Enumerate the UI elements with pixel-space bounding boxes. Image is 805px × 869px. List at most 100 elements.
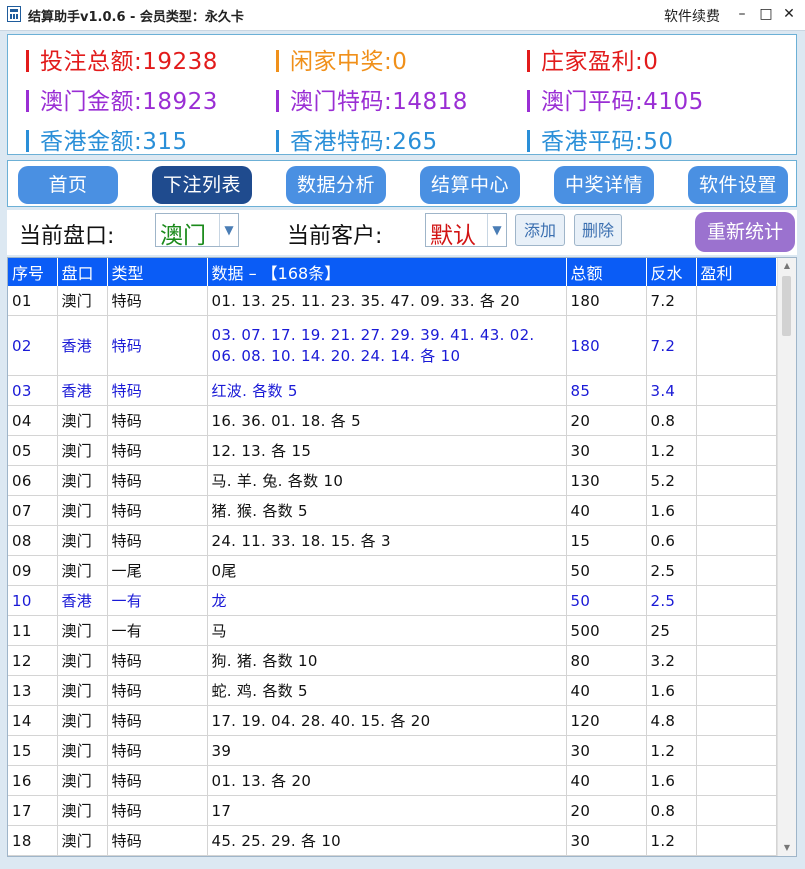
table-row[interactable]: 14 澳门 特码 17. 19. 04. 28. 40. 15. 各 20 120 4.8: [8, 705, 777, 736]
table-row[interactable]: 09 澳门 一尾 0尾 50 2.5: [8, 555, 777, 586]
cell-no: 12: [8, 645, 58, 676]
table-row[interactable]: 06 澳门 特码 马. 羊. 兔. 各数 10 130 5.2: [8, 465, 777, 496]
cell-type: 特码: [107, 735, 208, 766]
cell-data: 12. 13. 各 15: [207, 435, 567, 466]
cell-profit: [696, 615, 777, 646]
cell-profit: [696, 315, 777, 376]
cell-no: 16: [8, 765, 58, 796]
table-row[interactable]: 16 澳门 特码 01. 13. 各 20 40 1.6: [8, 765, 777, 796]
nav-settlement[interactable]: 结算中心: [420, 166, 520, 204]
cell-total: 20: [566, 405, 647, 436]
column-header[interactable]: 数据 – 【168条】: [207, 258, 567, 286]
column-header[interactable]: 类型: [107, 258, 208, 286]
cell-total: 50: [566, 585, 647, 616]
vertical-scrollbar[interactable]: ▲ ▼: [777, 258, 796, 856]
cell-type: 特码: [107, 435, 208, 466]
column-header[interactable]: 总额: [566, 258, 647, 286]
cell-no: 03: [8, 375, 58, 406]
nav-data-analysis[interactable]: 数据分析: [286, 166, 386, 204]
title-bar: 结算助手v1.0.6 - 会员类型：永久卡 软件续费 – □ ✕: [0, 0, 805, 31]
delete-customer-button[interactable]: 删除: [574, 214, 622, 246]
scroll-up-icon[interactable]: ▲: [778, 259, 796, 273]
cell-market: 澳门: [57, 405, 108, 436]
cell-profit: [696, 675, 777, 706]
add-customer-button[interactable]: 添加: [515, 214, 565, 246]
table-row[interactable]: 03 香港 特码 红波. 各数 5 85 3.4: [8, 375, 777, 406]
cell-market: 澳门: [57, 465, 108, 496]
table-row[interactable]: 12 澳门 特码 狗. 猪. 各数 10 80 3.2: [8, 645, 777, 676]
cell-data: 03. 07. 17. 19. 21. 27. 29. 39. 41. 43. …: [207, 315, 567, 376]
recount-button[interactable]: 重新统计: [695, 212, 795, 252]
table-row[interactable]: 17 澳门 特码 17 20 0.8: [8, 795, 777, 826]
cell-total: 50: [566, 555, 647, 586]
market-value: 澳门: [160, 223, 206, 249]
cell-market: 澳门: [57, 705, 108, 736]
cell-total: 40: [566, 765, 647, 796]
cell-rebate: 1.2: [646, 735, 697, 766]
cell-type: 特码: [107, 375, 208, 406]
cell-no: 08: [8, 525, 58, 556]
table-row[interactable]: 15 澳门 特码 39 30 1.2: [8, 735, 777, 766]
minimize-icon[interactable]: –: [733, 4, 751, 24]
table-row[interactable]: 08 澳门 特码 24. 11. 33. 18. 15. 各 3 15 0.6: [8, 525, 777, 556]
scroll-thumb[interactable]: [782, 276, 791, 336]
column-header[interactable]: 序号: [8, 258, 58, 286]
scroll-down-icon[interactable]: ▼: [778, 841, 796, 855]
cell-total: 130: [566, 465, 647, 496]
cell-total: 30: [566, 435, 647, 466]
table-row[interactable]: 13 澳门 特码 蛇. 鸡. 各数 5 40 1.6: [8, 675, 777, 706]
cell-rebate: 0.6: [646, 525, 697, 556]
table-row[interactable]: 05 澳门 特码 12. 13. 各 15 30 1.2: [8, 435, 777, 466]
cell-type: 特码: [107, 795, 208, 826]
cell-profit: [696, 495, 777, 526]
cell-data: 39: [207, 735, 567, 766]
cell-rebate: 2.5: [646, 555, 697, 586]
maximize-icon[interactable]: □: [757, 4, 775, 24]
nav-home[interactable]: 首页: [18, 166, 118, 204]
cell-type: 特码: [107, 645, 208, 676]
market-select[interactable]: 澳门 ▼: [155, 213, 239, 249]
table-row[interactable]: 07 澳门 特码 猪. 猴. 各数 5 40 1.6: [8, 495, 777, 526]
table-row[interactable]: 02 香港 特码 03. 07. 17. 19. 21. 27. 29. 39. 41…: [8, 315, 777, 376]
close-icon[interactable]: ✕: [780, 4, 798, 24]
cell-data: 45. 25. 29. 各 10: [207, 825, 567, 856]
table-row[interactable]: 10 香港 一有龙 50 2.5: [8, 585, 777, 616]
cell-rebate: 0.8: [646, 405, 697, 436]
column-header[interactable]: 反水: [646, 258, 697, 286]
cell-data: 猪. 猴. 各数 5: [207, 495, 567, 526]
table-row[interactable]: 04 澳门 特码 16. 36. 01. 18. 各 5 20 0.8: [8, 405, 777, 436]
cell-profit: [696, 705, 777, 736]
stat-player-win: 闲家中奖:0: [276, 42, 407, 76]
column-header[interactable]: 盈利: [696, 258, 777, 286]
cell-market: 澳门: [57, 795, 108, 826]
cell-data: 红波. 各数 5: [207, 375, 567, 406]
table-row[interactable]: 01 澳门 特码 01. 13. 25. 11. 23. 35. 47. 09. 33…: [8, 286, 777, 316]
stat-hk-special: 香港特码:265: [276, 122, 438, 156]
cell-no: 15: [8, 735, 58, 766]
cell-data: 马: [207, 615, 567, 646]
cell-rebate: 7.2: [646, 315, 697, 376]
cell-data: 17. 19. 04. 28. 40. 15. 各 20: [207, 705, 567, 736]
cell-total: 40: [566, 495, 647, 526]
nav-settings[interactable]: 软件设置: [688, 166, 788, 204]
renew-button[interactable]: 软件续费: [664, 6, 720, 26]
stat-bet-total: 投注总额:19238: [26, 42, 218, 76]
cell-total: 180: [566, 315, 647, 376]
cell-profit: [696, 525, 777, 556]
stat-hk-flat: 香港平码:50: [527, 122, 674, 156]
nav-winning-details[interactable]: 中奖详情: [554, 166, 654, 204]
customer-select[interactable]: 默认 ▼: [425, 213, 507, 249]
chevron-down-icon: ▼: [487, 214, 506, 246]
cell-no: 04: [8, 405, 58, 436]
cell-rebate: 5.2: [646, 465, 697, 496]
cell-data: 龙: [207, 585, 567, 616]
cell-rebate: 1.2: [646, 435, 697, 466]
cell-market: 澳门: [57, 435, 108, 466]
table-row[interactable]: 18 澳门 特码 45. 25. 29. 各 10 30 1.2: [8, 825, 777, 856]
cell-profit: [696, 435, 777, 466]
cell-no: 13: [8, 675, 58, 706]
table-row[interactable]: 11 澳门 一有马 500 25: [8, 615, 777, 646]
column-header[interactable]: 盘口: [57, 258, 108, 286]
nav-bet-list[interactable]: 下注列表: [152, 166, 252, 204]
cell-type: 一有: [107, 615, 208, 646]
